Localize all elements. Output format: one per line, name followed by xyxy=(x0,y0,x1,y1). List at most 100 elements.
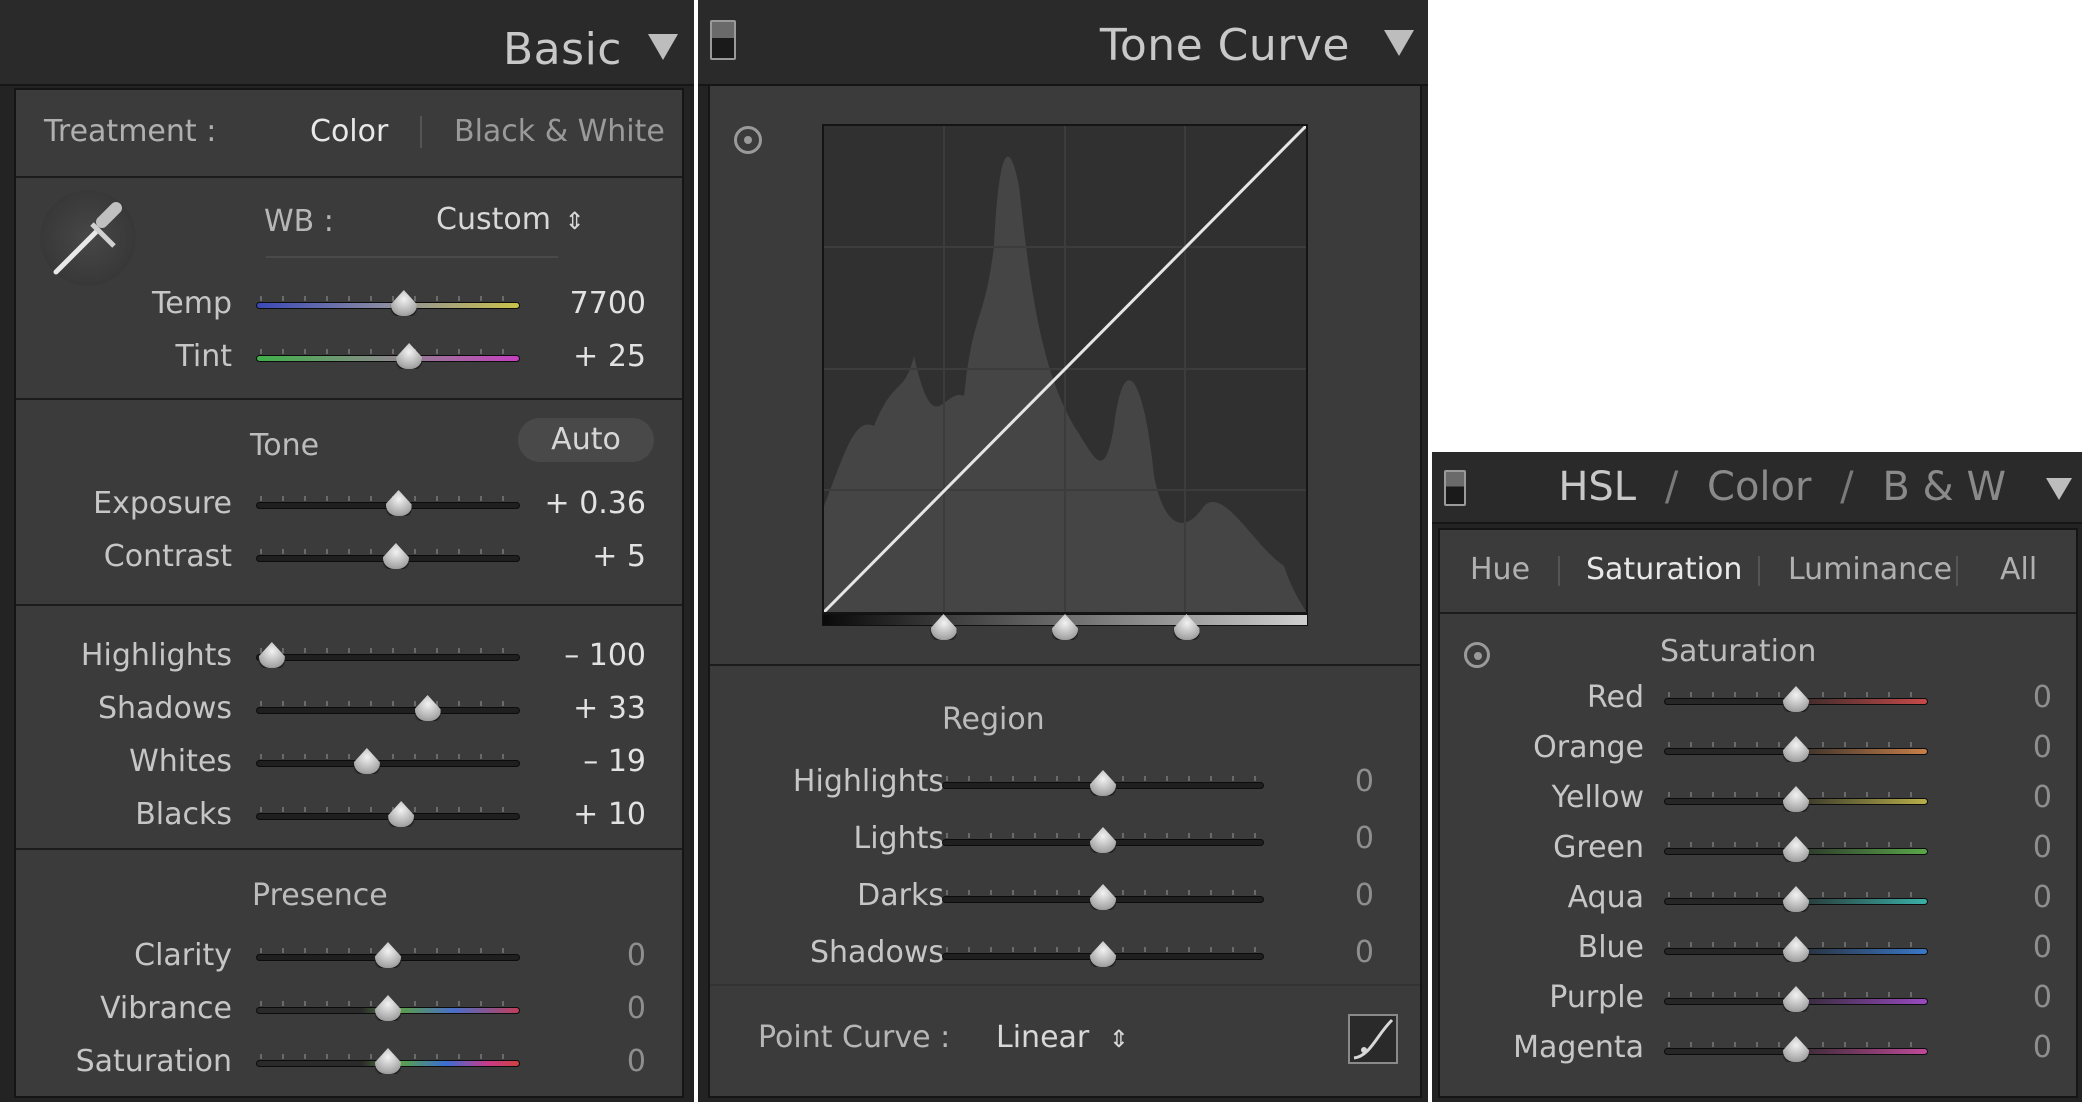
hsl-saturation-value-magenta[interactable]: 0 xyxy=(2033,1030,2052,1065)
slider-knob[interactable] xyxy=(1090,884,1116,910)
hsl-saturation-value-red[interactable]: 0 xyxy=(2033,680,2052,715)
slider-knob[interactable] xyxy=(390,290,417,316)
curve-region-slider-lights[interactable] xyxy=(942,827,1264,855)
basic-tone-slider-contrast[interactable] xyxy=(256,543,520,571)
slider-knob[interactable] xyxy=(375,942,401,968)
hsl-tab-saturation[interactable]: Saturation xyxy=(1586,552,1742,587)
curve-region-value-highlights[interactable]: 0 xyxy=(1355,764,1374,799)
hsl-saturation-slider-aqua[interactable] xyxy=(1664,886,1928,914)
panel-switch-icon[interactable] xyxy=(1444,470,1466,506)
slider-knob[interactable] xyxy=(353,748,380,774)
tone-curve-body: Region Highlights 0 Lights 0 Darks 0 Shadows 0 … xyxy=(708,84,1422,1098)
slider-knob[interactable] xyxy=(1783,836,1809,862)
panel-switch-icon[interactable] xyxy=(710,20,736,60)
slider-knob[interactable] xyxy=(258,642,285,668)
tone-curve-header[interactable]: Tone Curve xyxy=(698,0,1428,86)
hsl-tab-luminance[interactable]: Luminance xyxy=(1788,552,1952,587)
basic-region-value-highlights[interactable]: – 100 xyxy=(564,638,646,673)
hsl-saturation-value-green[interactable]: 0 xyxy=(2033,830,2052,865)
basic-presence-slider-clarity[interactable] xyxy=(256,942,520,970)
basic-region-value-blacks[interactable]: + 10 xyxy=(573,797,646,832)
basic-region-slider-whites[interactable] xyxy=(256,748,520,776)
hsl-mode-hsl[interactable]: HSL xyxy=(1558,464,1636,510)
slider-knob[interactable] xyxy=(385,490,412,516)
hsl-saturation-label-blue: Blue xyxy=(1577,930,1644,965)
basic-wb-slider-temp[interactable] xyxy=(256,290,520,318)
curve-split-point-knob-3[interactable] xyxy=(1173,614,1200,640)
curve-region-value-darks[interactable]: 0 xyxy=(1355,878,1374,913)
basic-tone-value-contrast[interactable]: + 5 xyxy=(592,539,646,574)
hsl-saturation-slider-yellow[interactable] xyxy=(1664,786,1928,814)
curve-region-value-lights[interactable]: 0 xyxy=(1355,821,1374,856)
basic-region-value-whites[interactable]: – 19 xyxy=(583,744,646,779)
collapse-triangle-icon[interactable] xyxy=(2046,478,2072,500)
slider-knob[interactable] xyxy=(1090,770,1116,796)
basic-presence-slider-saturation[interactable] xyxy=(256,1048,520,1076)
basic-presence-value-clarity[interactable]: 0 xyxy=(627,938,646,973)
hsl-saturation-value-orange[interactable]: 0 xyxy=(2033,730,2052,765)
basic-presence-slider-vibrance[interactable] xyxy=(256,995,520,1023)
slider-knob[interactable] xyxy=(375,1048,401,1074)
slider-knob[interactable] xyxy=(1783,936,1809,962)
curve-split-point-knob-2[interactable] xyxy=(1052,614,1078,640)
hsl-saturation-value-purple[interactable]: 0 xyxy=(2033,980,2052,1015)
hsl-mode-bw[interactable]: B & W xyxy=(1882,464,2006,510)
hsl-mode-color[interactable]: Color xyxy=(1707,464,1811,510)
slider-knob[interactable] xyxy=(414,695,441,721)
point-curve-dropdown[interactable]: Linear ⇕ xyxy=(996,1020,1129,1055)
curve-region-value-shadows[interactable]: 0 xyxy=(1355,935,1374,970)
collapse-triangle-icon[interactable] xyxy=(648,34,678,60)
hsl-saturation-slider-magenta[interactable] xyxy=(1664,1036,1928,1064)
treatment-bw-option[interactable]: Black & White xyxy=(454,114,665,149)
slider-knob[interactable] xyxy=(1783,736,1809,762)
targeted-adjustment-icon[interactable] xyxy=(1464,642,1490,668)
hsl-tab-all[interactable]: All xyxy=(2000,552,2037,587)
treatment-row: Treatment : Color Black & White xyxy=(16,90,682,176)
targeted-adjustment-icon[interactable] xyxy=(734,126,762,154)
slider-knob[interactable] xyxy=(1783,986,1809,1012)
slider-knob[interactable] xyxy=(1783,1036,1809,1062)
basic-wb-value-temp[interactable]: 7700 xyxy=(570,286,646,321)
curve-region-slider-highlights[interactable] xyxy=(942,770,1264,798)
hsl-saturation-value-yellow[interactable]: 0 xyxy=(2033,780,2052,815)
wb-dropdown[interactable]: Custom ⇕ xyxy=(436,202,585,237)
curve-region-slider-darks[interactable] xyxy=(942,884,1264,912)
slider-knob[interactable] xyxy=(1783,886,1809,912)
hsl-saturation-slider-purple[interactable] xyxy=(1664,986,1928,1014)
curve-graph[interactable] xyxy=(822,124,1308,614)
treatment-color-option[interactable]: Color xyxy=(310,114,388,149)
edit-point-curve-icon[interactable] xyxy=(1348,1014,1398,1064)
slider-knob[interactable] xyxy=(1783,786,1809,812)
hsl-saturation-slider-green[interactable] xyxy=(1664,836,1928,864)
slider-knob[interactable] xyxy=(1090,941,1116,967)
basic-region-value-shadows[interactable]: + 33 xyxy=(573,691,646,726)
slider-knob[interactable] xyxy=(382,543,409,569)
hsl-saturation-slider-blue[interactable] xyxy=(1664,936,1928,964)
basic-region-slider-blacks[interactable] xyxy=(256,801,520,829)
curve-split-point-knob-1[interactable] xyxy=(930,614,957,640)
basic-wb-slider-tint[interactable] xyxy=(256,343,520,371)
slider-knob[interactable] xyxy=(375,995,401,1021)
basic-region-slider-shadows[interactable] xyxy=(256,695,520,723)
hsl-tab-hue[interactable]: Hue xyxy=(1470,552,1530,587)
auto-tone-button[interactable]: Auto xyxy=(518,418,654,462)
basic-tone-slider-exposure[interactable] xyxy=(256,490,520,518)
slider-knob[interactable] xyxy=(396,343,423,369)
hsl-header[interactable]: HSL / Color / B & W xyxy=(1432,452,2082,524)
hsl-saturation-value-aqua[interactable]: 0 xyxy=(2033,880,2052,915)
basic-region-slider-highlights[interactable] xyxy=(256,642,520,670)
slider-knob[interactable] xyxy=(1090,827,1116,853)
slider-knob[interactable] xyxy=(388,801,415,827)
basic-panel-header[interactable]: Basic xyxy=(0,0,694,86)
hsl-saturation-slider-red[interactable] xyxy=(1664,686,1928,714)
hsl-saturation-value-blue[interactable]: 0 xyxy=(2033,930,2052,965)
basic-presence-value-saturation[interactable]: 0 xyxy=(627,1044,646,1079)
basic-tone-value-exposure[interactable]: + 0.36 xyxy=(545,486,646,521)
slider-knob[interactable] xyxy=(1783,686,1809,712)
curve-region-slider-shadows[interactable] xyxy=(942,941,1264,969)
collapse-triangle-icon[interactable] xyxy=(1384,30,1414,56)
hsl-saturation-slider-orange[interactable] xyxy=(1664,736,1928,764)
basic-presence-value-vibrance[interactable]: 0 xyxy=(627,991,646,1026)
eyedropper-icon[interactable] xyxy=(40,190,136,286)
basic-wb-value-tint[interactable]: + 25 xyxy=(573,339,646,374)
